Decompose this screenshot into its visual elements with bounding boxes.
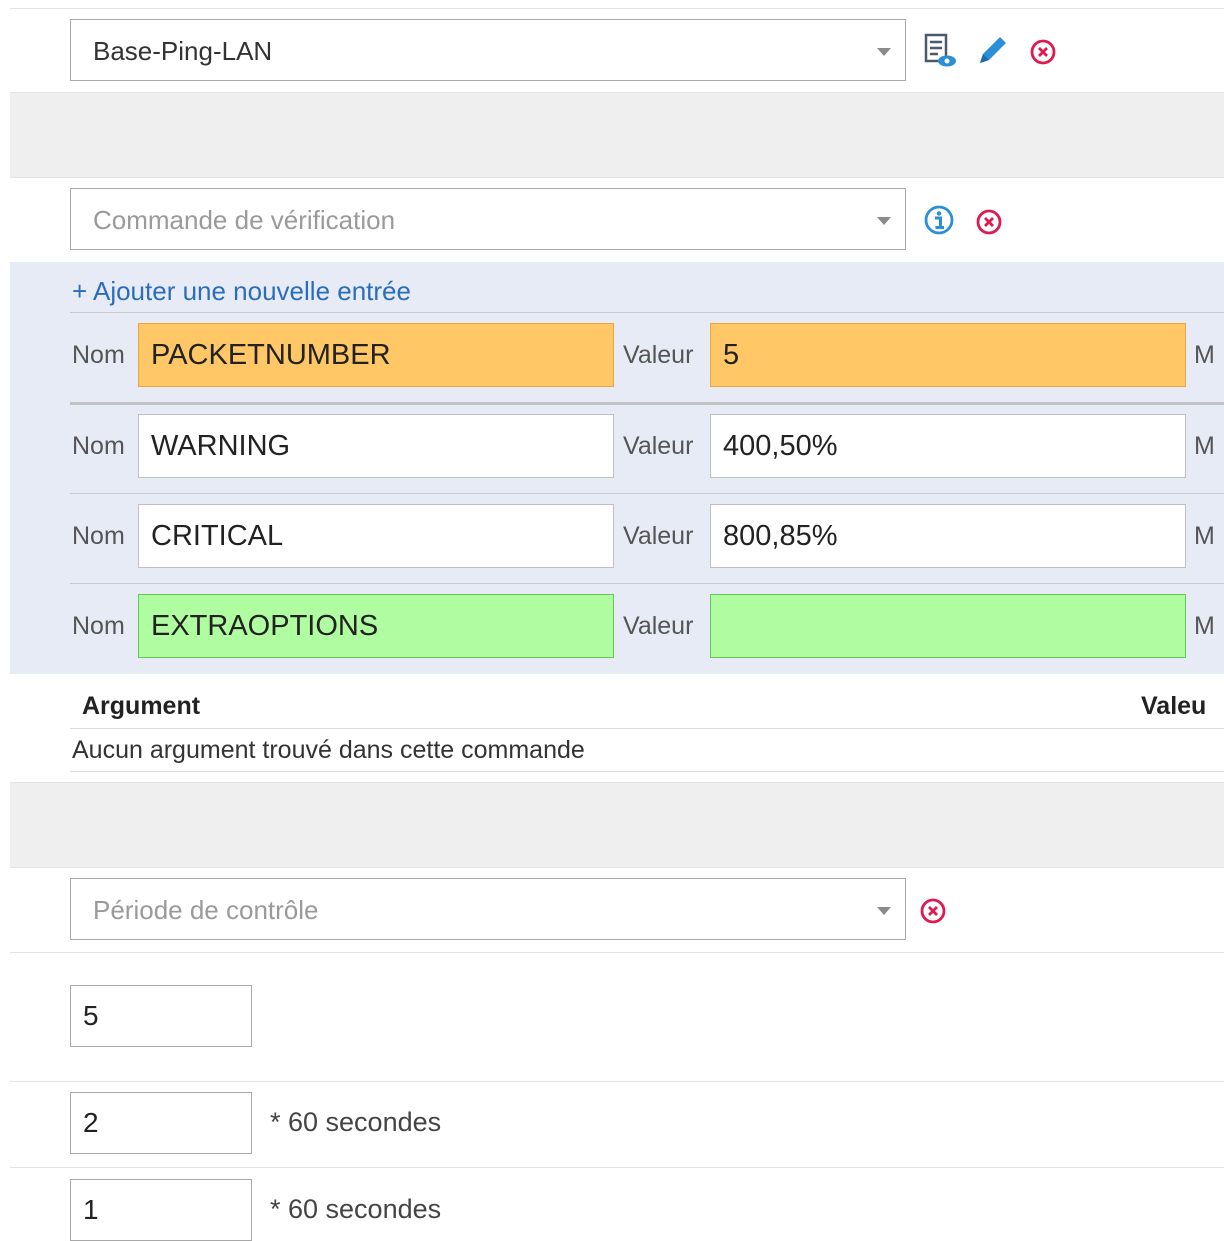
row-separator: [70, 583, 1224, 584]
check-period-select[interactable]: Période de contrôle: [70, 878, 906, 940]
separator: [10, 952, 1224, 953]
chevron-down-icon[interactable]: [877, 48, 891, 56]
separator: [70, 771, 1224, 772]
macro-name-input[interactable]: PACKETNUMBER: [138, 323, 614, 387]
retry-interval-suffix: * 60 secondes: [270, 1194, 442, 1224]
check-command-select[interactable]: Commande de vérification: [70, 188, 906, 250]
add-entry-link[interactable]: + Ajouter une nouvelle entrée: [72, 276, 411, 307]
chevron-down-icon[interactable]: [877, 907, 891, 915]
row-separator: [70, 402, 1224, 405]
row-separator: [70, 493, 1224, 494]
row-separator: [70, 312, 1224, 313]
argument-column-header: Argument: [82, 692, 201, 720]
normal-interval-input[interactable]: 2: [70, 1092, 252, 1154]
macro-value-label: Valeur: [623, 522, 694, 550]
macro-row: Nom WARNING Valeur 400,50% M: [70, 414, 1224, 478]
template-select[interactable]: Base-Ping-LAN: [70, 19, 906, 81]
value-column-header: Valeu: [1141, 692, 1207, 720]
chevron-down-icon[interactable]: [877, 217, 891, 225]
macro-trailing-label: M: [1194, 341, 1215, 369]
macro-name-input[interactable]: EXTRAOPTIONS: [138, 594, 614, 658]
macro-value-input[interactable]: 400,50%: [710, 414, 1186, 478]
check-command-placeholder: Commande de vérification: [93, 205, 396, 235]
separator: [10, 1081, 1224, 1082]
separator: [10, 1167, 1224, 1168]
macro-name-input[interactable]: CRITICAL: [138, 504, 614, 568]
view-template-icon[interactable]: [922, 33, 958, 69]
delete-icon[interactable]: [918, 894, 954, 930]
macro-trailing-label: M: [1194, 612, 1215, 640]
macro-trailing-label: M: [1194, 522, 1215, 550]
delete-icon[interactable]: [974, 205, 1010, 241]
check-period-placeholder: Période de contrôle: [93, 895, 319, 925]
info-icon[interactable]: [922, 203, 958, 239]
macro-name-input[interactable]: WARNING: [138, 414, 614, 478]
macro-name-label: Nom: [72, 612, 125, 640]
macro-row: Nom PACKETNUMBER Valeur 5 M: [70, 323, 1224, 387]
section-band: [10, 93, 1224, 177]
retry-interval-input[interactable]: 1: [70, 1179, 252, 1241]
delete-icon[interactable]: [1028, 35, 1064, 71]
macro-value-label: Valeur: [623, 341, 694, 369]
macro-row: Nom EXTRAOPTIONS Valeur M: [70, 594, 1224, 658]
max-attempts-input[interactable]: 5: [70, 985, 252, 1047]
no-argument-text: Aucun argument trouvé dans cette command…: [72, 736, 585, 764]
macro-name-label: Nom: [72, 432, 125, 460]
edit-pencil-icon[interactable]: [974, 33, 1010, 69]
macro-value-input[interactable]: 800,85%: [710, 504, 1186, 568]
macro-trailing-label: M: [1194, 432, 1215, 460]
template-select-value: Base-Ping-LAN: [93, 36, 273, 66]
macro-name-label: Nom: [72, 341, 125, 369]
separator: [70, 728, 1224, 729]
separator: [10, 867, 1224, 868]
macro-value-label: Valeur: [623, 612, 694, 640]
normal-interval-suffix: * 60 secondes: [270, 1107, 442, 1137]
separator: [10, 8, 1224, 9]
macro-row: Nom CRITICAL Valeur 800,85% M: [70, 504, 1224, 568]
macro-value-input[interactable]: [710, 594, 1186, 658]
section-band: [10, 783, 1224, 867]
separator: [10, 177, 1224, 178]
macro-value-input[interactable]: 5: [710, 323, 1186, 387]
macro-value-label: Valeur: [623, 432, 694, 460]
macro-name-label: Nom: [72, 522, 125, 550]
